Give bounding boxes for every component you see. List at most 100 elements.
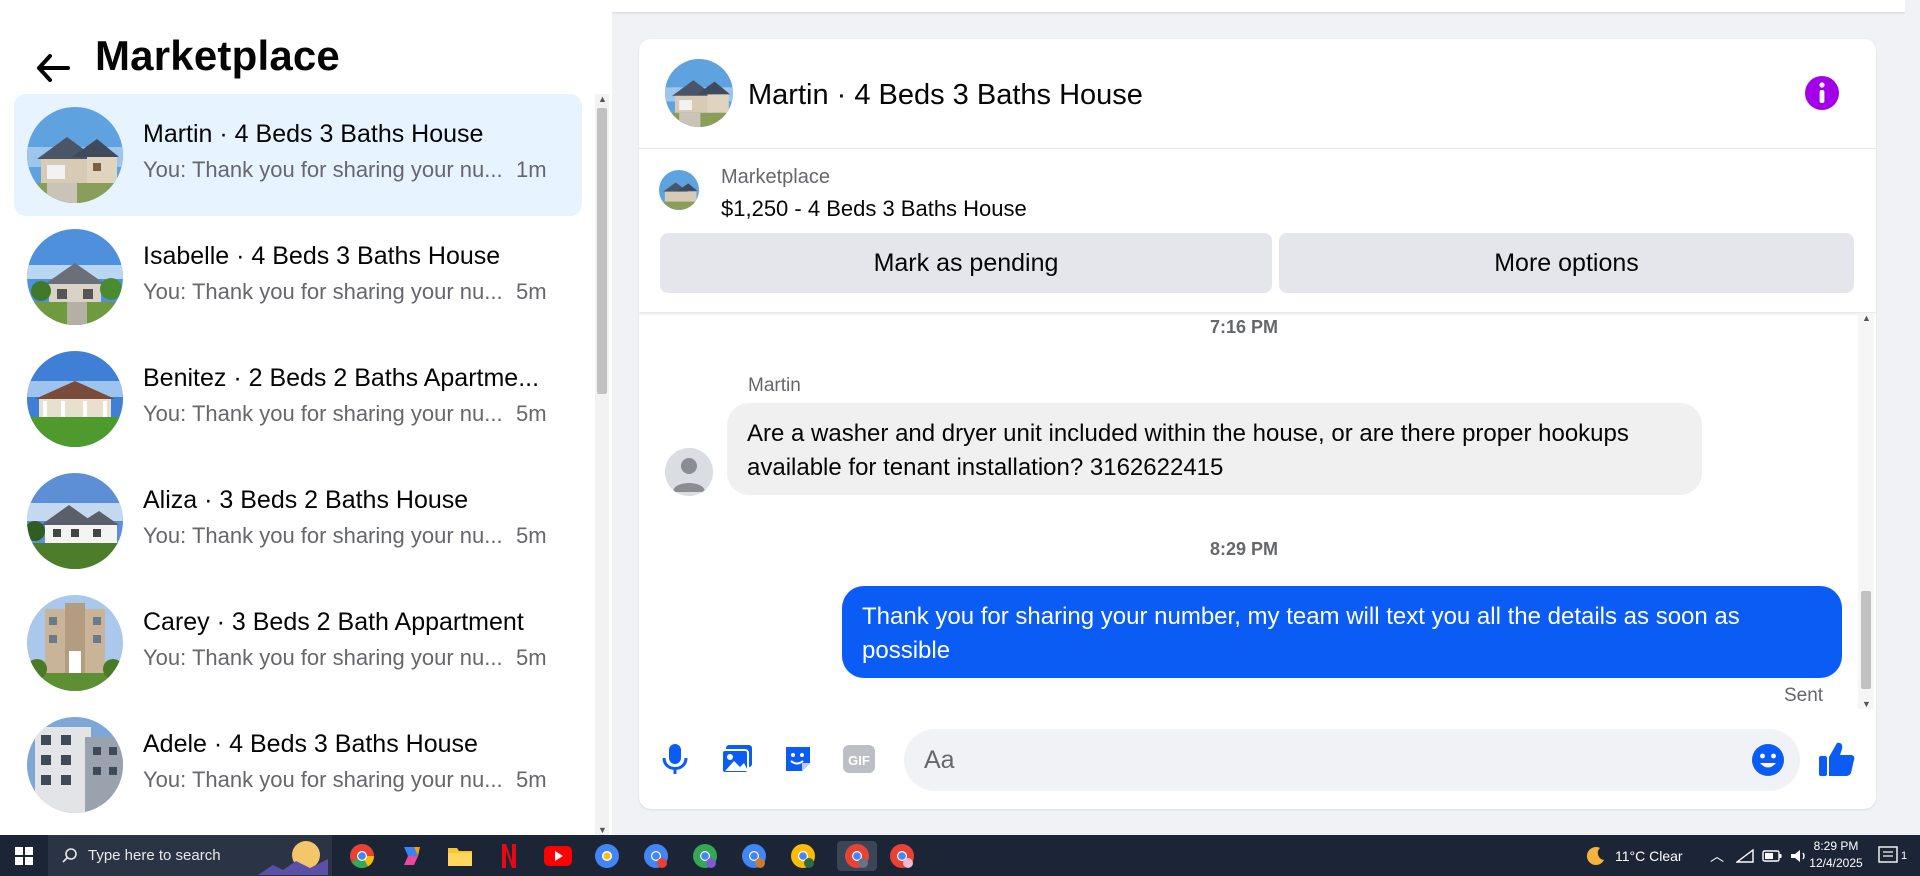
message-status: Sent	[1784, 685, 1824, 706]
chrome-profile-icon-active[interactable]	[837, 841, 877, 871]
conversation-item[interactable]: Benitez · 2 Beds 2 Baths Apartme... You:…	[14, 338, 582, 460]
listing-price-title[interactable]: $1,250 - 4 Beds 3 Baths House	[721, 196, 1027, 222]
photo-icon[interactable]	[717, 739, 757, 779]
top-strip	[0, 0, 1905, 12]
search-icon	[62, 848, 77, 863]
chat-title[interactable]: Martin · 4 Beds 3 Baths House	[748, 79, 1143, 112]
conversation-name: Carey · 3 Beds 2 Bath Appartment	[143, 608, 524, 636]
chrome-profile-icon[interactable]	[690, 841, 720, 871]
conversation-item[interactable]: Aliza · 3 Beds 2 Baths House You: Thank …	[14, 460, 582, 582]
chrome-icon[interactable]	[347, 841, 377, 871]
scroll-down-icon[interactable]: ▼	[1862, 699, 1871, 709]
chevron-up-icon[interactable]: ︿	[1710, 846, 1724, 866]
conversation-preview: You: Thank you for sharing your nu...	[143, 279, 503, 304]
windows-start-icon[interactable]	[0, 835, 48, 876]
weather-text: 11°C Clear	[1615, 847, 1683, 864]
file-explorer-icon[interactable]	[445, 841, 475, 871]
network-icon[interactable]	[1736, 848, 1754, 863]
conversation-name: Adele · 4 Beds 3 Baths House	[143, 730, 478, 758]
conversation-name: Martin · 4 Beds 3 Baths House	[143, 120, 484, 148]
conversation-name: Benitez · 2 Beds 2 Baths Apartme...	[143, 364, 540, 392]
listing-thumbnail	[27, 107, 123, 203]
conversation-preview: You: Thank you for sharing your nu...	[143, 401, 503, 426]
scroll-up-icon[interactable]: ▲	[598, 94, 607, 104]
system-tray[interactable]: ︿	[1710, 835, 1808, 876]
conversation-name: Isabelle · 4 Beds 3 Baths House	[143, 242, 501, 270]
back-arrow-icon[interactable]	[30, 45, 76, 91]
listing-source: Marketplace	[721, 166, 830, 188]
conversation-panel: Marketplace Martin · 4 Beds 3 Baths Hous…	[0, 12, 612, 835]
listing-thumbnail	[27, 229, 123, 325]
moon-landscape-icon	[258, 841, 328, 875]
thread-scrollbar[interactable]: ▲ ▼	[1858, 313, 1874, 709]
conversation-scrollbar[interactable]: ▲ ▼	[595, 94, 609, 835]
info-icon[interactable]	[1804, 75, 1840, 111]
chrome-profile-icon[interactable]	[592, 841, 622, 871]
conversation-item[interactable]: Martin · 4 Beds 3 Baths House You: Thank…	[14, 94, 582, 216]
notification-count: 1	[1901, 849, 1908, 862]
youtube-icon[interactable]	[543, 841, 573, 871]
listing-thumbnail	[27, 717, 123, 813]
conversation-time: 5m	[516, 767, 547, 792]
svg-text:GIF: GIF	[848, 753, 870, 768]
conversation-item[interactable]: Carey · 3 Beds 2 Bath Appartment You: Th…	[14, 582, 582, 704]
battery-icon[interactable]	[1762, 849, 1782, 862]
timestamp: 7:16 PM	[1209, 317, 1279, 337]
user-avatar-icon[interactable]	[665, 448, 713, 496]
more-options-button[interactable]: More options	[1279, 233, 1854, 293]
netflix-icon[interactable]	[494, 841, 524, 871]
conversation-name: Aliza · 3 Beds 2 Baths House	[143, 486, 469, 514]
scrollbar-thumb[interactable]	[597, 108, 607, 394]
conversation-preview: You: Thank you for sharing your nu...	[143, 523, 503, 548]
listing-thumbnail	[27, 351, 123, 447]
clock[interactable]: 8:29 PM 12/4/2025	[1800, 838, 1872, 872]
conversation-time: 5m	[516, 401, 547, 426]
thumbs-up-icon[interactable]	[1817, 739, 1857, 779]
notification-center[interactable]: 1	[1878, 835, 1907, 876]
listing-card: Marketplace $1,250 - 4 Beds 3 Baths Hous…	[639, 150, 1876, 312]
clock-date: 12/4/2025	[1809, 856, 1863, 870]
message-composer: GIF	[639, 725, 1876, 795]
emoji-icon[interactable]	[1751, 743, 1785, 777]
chrome-profile-icon[interactable]	[887, 841, 917, 871]
outgoing-message[interactable]: Thank you for sharing your number, my te…	[842, 586, 1842, 678]
listing-thumbnail	[27, 595, 123, 691]
listing-thumbnail	[27, 473, 123, 569]
chrome-profile-icon[interactable]	[641, 841, 671, 871]
scroll-down-icon[interactable]: ▼	[598, 825, 607, 835]
microphone-icon[interactable]	[655, 739, 695, 779]
incoming-message[interactable]: Are a washer and dryer unit included wit…	[727, 403, 1702, 495]
conversation-preview: You: Thank you for sharing your nu...	[143, 645, 503, 670]
window-edge	[1905, 0, 1920, 835]
weather-widget[interactable]: 11°C Clear	[1585, 835, 1683, 876]
page-title: Marketplace	[95, 32, 340, 79]
mark-as-pending-button[interactable]: Mark as pending	[660, 233, 1272, 293]
gif-icon[interactable]: GIF	[839, 739, 879, 779]
listing-thumbnail[interactable]	[659, 170, 699, 210]
clock-time: 8:29 PM	[1813, 839, 1859, 853]
sticker-icon[interactable]	[778, 739, 818, 779]
chat-avatar[interactable]	[665, 59, 733, 127]
chrome-profile-icon[interactable]	[739, 841, 769, 871]
chat-window: Martin · 4 Beds 3 Baths House Marketplac…	[639, 39, 1876, 809]
conversation-preview: You: Thank you for sharing your nu...	[143, 157, 503, 182]
conversation-time: 1m	[516, 157, 547, 182]
conversation-time: 5m	[516, 645, 547, 670]
scrollbar-thumb[interactable]	[1861, 591, 1871, 689]
conversation-item[interactable]: Isabelle · 4 Beds 3 Baths House You: Tha…	[14, 216, 582, 338]
notification-icon	[1878, 845, 1898, 863]
conversation-item[interactable]: Adele · 4 Beds 3 Baths House You: Thank …	[14, 704, 582, 826]
conversation-time: 5m	[516, 523, 547, 548]
timestamp: 8:29 PM	[1209, 539, 1279, 559]
message-input[interactable]	[904, 729, 1800, 791]
taskbar-search[interactable]: Type here to search	[48, 835, 332, 876]
taskbar-search-placeholder: Type here to search	[88, 847, 221, 864]
conversation-time: 5m	[516, 279, 547, 304]
scroll-up-icon[interactable]: ▲	[1862, 313, 1871, 323]
sender-name: Martin	[748, 375, 801, 396]
copilot-icon[interactable]	[396, 841, 426, 871]
moon-icon	[1586, 846, 1604, 865]
chat-header: Martin · 4 Beds 3 Baths House	[639, 39, 1876, 149]
chrome-profile-icon[interactable]	[788, 841, 818, 871]
conversation-preview: You: Thank you for sharing your nu...	[143, 767, 503, 792]
